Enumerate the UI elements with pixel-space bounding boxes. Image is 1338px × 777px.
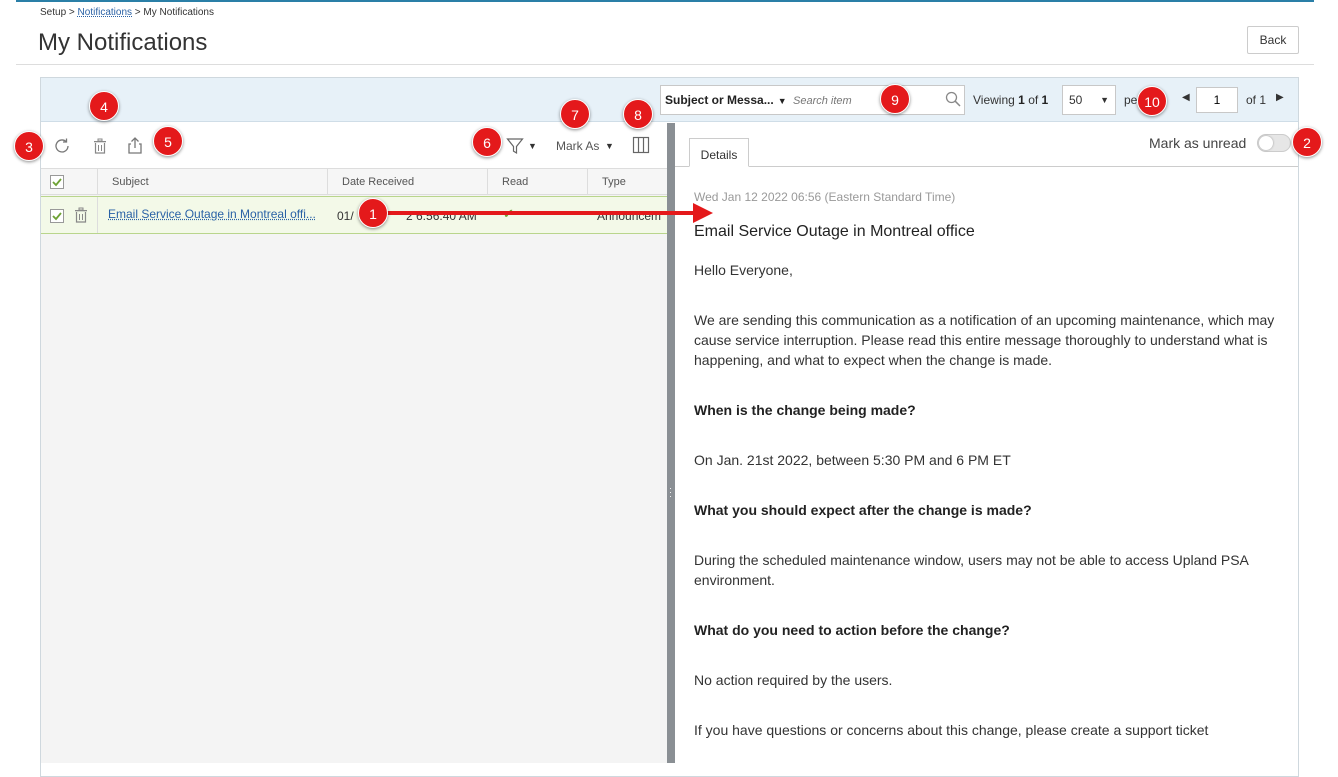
- annotation-arrow: [385, 211, 695, 215]
- message-heading: What do you need to action before the ch…: [694, 620, 1284, 640]
- columns-icon[interactable]: [632, 136, 650, 154]
- breadcrumb-setup: Setup: [40, 7, 66, 18]
- checkmark-icon: [51, 176, 63, 188]
- mark-as-unread-toggle[interactable]: [1257, 134, 1291, 152]
- mark-as-unread-label: Mark as unread: [1149, 135, 1246, 151]
- callout-4: 4: [89, 91, 119, 121]
- grid-header: Subject Date Received Read Type: [41, 169, 667, 195]
- column-separator: [487, 169, 488, 195]
- splitter-grip-icon[interactable]: · · ·: [669, 486, 673, 498]
- viewing-text: Viewing: [973, 93, 1015, 107]
- message-heading: What you should expect after the change …: [694, 500, 1284, 520]
- page-total: of 1: [1246, 93, 1266, 107]
- row-checkbox[interactable]: [50, 209, 64, 223]
- callout-8: 8: [623, 99, 653, 129]
- notifications-list-panel: ▼ Mark As ▼ Subject Date Received Read T…: [41, 123, 667, 763]
- message-paragraph: During the scheduled maintenance window,…: [694, 550, 1284, 590]
- column-header-date-received[interactable]: Date Received: [342, 176, 414, 188]
- select-all-checkbox[interactable]: [50, 175, 64, 189]
- column-separator: [327, 169, 328, 195]
- chevron-down-icon[interactable]: ▼: [605, 141, 614, 151]
- export-icon[interactable]: [126, 136, 144, 154]
- callout-1: 1: [358, 198, 388, 228]
- column-separator: [97, 197, 98, 233]
- column-header-subject[interactable]: Subject: [112, 176, 149, 188]
- message-subject: Email Service Outage in Montreal office: [694, 223, 975, 241]
- chevron-down-icon: ▼: [778, 96, 787, 106]
- per-page-label: pe: [1124, 93, 1137, 107]
- callout-2: 2: [1292, 127, 1322, 157]
- refresh-icon[interactable]: [53, 137, 71, 155]
- breadcrumb-separator: >: [135, 7, 141, 18]
- header-divider: [16, 64, 1314, 65]
- breadcrumb: Setup > Notifications > My Notifications: [40, 7, 214, 18]
- top-accent-line: [16, 0, 1314, 2]
- search-box: Subject or Messa... ▼: [660, 85, 965, 115]
- checkmark-icon: [51, 210, 63, 222]
- search-icon[interactable]: [945, 91, 961, 107]
- row-delete-icon[interactable]: [72, 206, 90, 224]
- per-page-select[interactable]: 50 ▼: [1062, 85, 1116, 115]
- next-page-icon[interactable]: ▶: [1276, 92, 1284, 103]
- message-paragraph: On Jan. 21st 2022, between 5:30 PM and 6…: [694, 450, 1284, 470]
- column-separator: [97, 169, 98, 195]
- breadcrumb-separator: >: [69, 7, 75, 18]
- notification-subject-link[interactable]: Email Service Outage in Montreal offi...: [108, 207, 316, 221]
- mark-as-dropdown[interactable]: Mark As: [556, 139, 599, 153]
- chevron-down-icon: ▼: [1100, 95, 1109, 105]
- column-header-read[interactable]: Read: [502, 176, 528, 188]
- callout-5: 5: [153, 126, 183, 156]
- viewing-of: of: [1028, 93, 1038, 107]
- callout-10: 10: [1137, 86, 1167, 116]
- message-paragraph: If you have questions or concerns about …: [694, 720, 1284, 740]
- delete-icon[interactable]: [91, 137, 109, 155]
- notification-details-panel: Details Mark as unread Wed Jan 12 2022 0…: [675, 123, 1298, 763]
- callout-9: 9: [880, 84, 910, 114]
- callout-3: 3: [14, 131, 44, 161]
- chevron-down-icon[interactable]: ▼: [528, 141, 537, 151]
- message-date: Wed Jan 12 2022 06:56 (Eastern Standard …: [694, 190, 955, 204]
- mark-as-label: Mark As: [556, 139, 599, 153]
- viewing-label: Viewing 1 of 1: [973, 93, 1048, 107]
- per-page-value: 50: [1069, 93, 1082, 107]
- message-heading: When is the change being made?: [694, 400, 1284, 420]
- annotation-arrow-head: [693, 203, 713, 223]
- prev-page-icon[interactable]: ◀: [1182, 92, 1190, 103]
- search-field-select-label: Subject or Messa...: [665, 93, 774, 107]
- tab-details[interactable]: Details: [689, 138, 749, 167]
- panel-splitter[interactable]: [667, 123, 675, 763]
- breadcrumb-current: My Notifications: [143, 7, 214, 18]
- callout-7: 7: [560, 99, 590, 129]
- message-paragraph: Hello Everyone,: [694, 260, 1284, 280]
- table-row[interactable]: Email Service Outage in Montreal offi...…: [41, 196, 667, 234]
- back-button[interactable]: Back: [1247, 26, 1299, 54]
- date-received-cell: 01/: [337, 209, 354, 223]
- tab-divider: [675, 166, 1298, 167]
- column-separator: [587, 169, 588, 195]
- callout-6: 6: [472, 127, 502, 157]
- list-toolbar: ▼ Mark As ▼: [41, 123, 667, 169]
- filter-icon[interactable]: [506, 137, 524, 155]
- breadcrumb-notifications-link[interactable]: Notifications: [78, 7, 132, 18]
- search-input[interactable]: [791, 92, 931, 110]
- viewing-current: 1: [1018, 93, 1025, 107]
- message-body: Hello Everyone, We are sending this comm…: [694, 260, 1284, 770]
- page-title: My Notifications: [38, 29, 207, 57]
- page-number-input[interactable]: [1196, 87, 1238, 113]
- message-paragraph: No action required by the users.: [694, 670, 1284, 690]
- message-paragraph: We are sending this communication as a n…: [694, 310, 1284, 370]
- viewing-total: 1: [1042, 93, 1049, 107]
- column-header-type[interactable]: Type: [602, 176, 626, 188]
- search-field-select[interactable]: Subject or Messa... ▼: [665, 93, 787, 107]
